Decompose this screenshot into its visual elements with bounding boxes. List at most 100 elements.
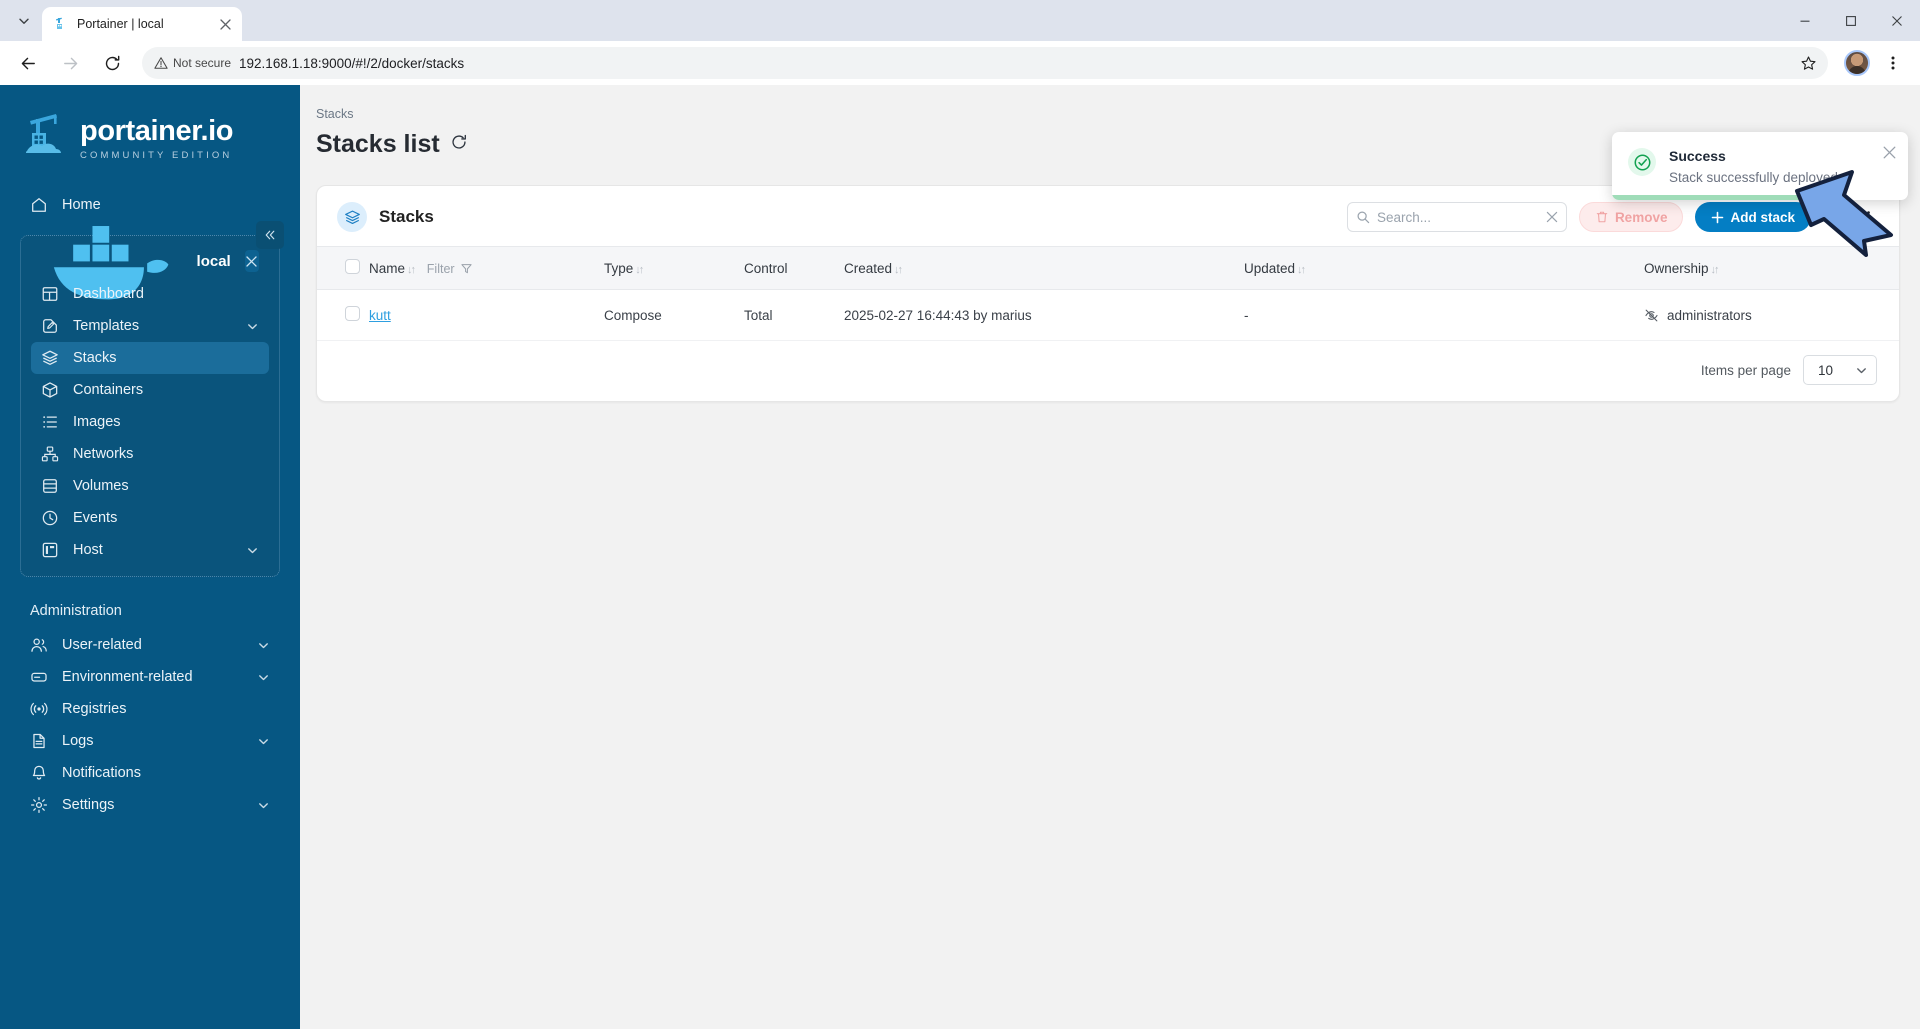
row-select-cell bbox=[317, 289, 369, 341]
portainer-crane-logo bbox=[26, 114, 61, 153]
sidebar-item-volumes[interactable]: Volumes bbox=[31, 470, 269, 502]
tab-strip: Portainer | local bbox=[0, 0, 1920, 41]
chevron-down-icon bbox=[259, 738, 268, 744]
clear-x-icon[interactable] bbox=[1546, 211, 1558, 223]
name-filter-label[interactable]: Filter bbox=[427, 262, 455, 276]
security-indicator[interactable]: Not secure bbox=[154, 56, 231, 70]
sidebar-item-label: Networks bbox=[73, 446, 134, 462]
sidebar-item-events[interactable]: Events bbox=[31, 502, 269, 534]
back-arrow-icon bbox=[21, 57, 35, 69]
sidebar-item-stacks[interactable]: Stacks bbox=[31, 342, 269, 374]
sidebar-item-home[interactable]: Home bbox=[20, 189, 280, 221]
column-label: Control bbox=[744, 260, 788, 276]
column-header-type[interactable]: Type ↓↑ bbox=[604, 246, 744, 290]
portainer-favicon bbox=[56, 17, 62, 29]
ownership-label: administrators bbox=[1667, 307, 1752, 323]
row-checkbox[interactable] bbox=[345, 306, 360, 321]
browser-tab[interactable]: Portainer | local bbox=[42, 7, 242, 41]
bookmark-star-icon bbox=[1800, 55, 1816, 70]
sidebar-item-images[interactable]: Images bbox=[31, 406, 269, 438]
sidebar-collapse-button[interactable] bbox=[256, 221, 284, 249]
tab-close-button[interactable] bbox=[216, 15, 234, 33]
sidebar-item-label: Dashboard bbox=[73, 286, 144, 302]
window-minimize-button[interactable] bbox=[1782, 0, 1828, 41]
tab-search-button[interactable] bbox=[10, 7, 38, 35]
environment-selector[interactable]: local bbox=[31, 226, 269, 300]
column-label: Type bbox=[604, 260, 634, 276]
chevron-down-icon bbox=[248, 547, 257, 553]
select-all-header bbox=[317, 246, 369, 290]
column-header-control[interactable]: Control bbox=[744, 246, 844, 290]
browser-menu-button[interactable] bbox=[1878, 48, 1908, 78]
window-close-icon bbox=[1892, 15, 1902, 26]
columns-layout-icon[interactable] bbox=[1823, 206, 1845, 228]
remove-button-label: Remove bbox=[1614, 209, 1668, 225]
sidebar-item-settings[interactable]: Settings bbox=[20, 789, 280, 821]
sidebar-item-user-related[interactable]: User-related bbox=[20, 629, 280, 661]
stack-name-link[interactable]: kutt bbox=[369, 308, 391, 323]
sidebar-item-containers[interactable]: Containers bbox=[31, 374, 269, 406]
refresh-button[interactable] bbox=[450, 133, 468, 156]
double-chevron-left-icon bbox=[265, 230, 275, 240]
column-label: Ownership bbox=[1644, 260, 1709, 276]
window-maximize-button[interactable] bbox=[1828, 0, 1874, 41]
remove-button[interactable]: Remove bbox=[1578, 202, 1684, 232]
search-box[interactable] bbox=[1346, 202, 1567, 232]
add-stack-button[interactable]: Add stack bbox=[1695, 202, 1811, 232]
environment-close-button[interactable] bbox=[244, 250, 259, 272]
sidebar: portainer.io COMMUNITY EDITION Home loca… bbox=[0, 85, 300, 1029]
sidebar-item-label: Notifications bbox=[62, 765, 141, 781]
page-title: Stacks list bbox=[316, 130, 440, 158]
column-header-updated[interactable]: Updated ↓↑ bbox=[1244, 246, 1644, 290]
sidebar-item-host[interactable]: Host bbox=[31, 534, 269, 566]
sidebar-item-environment-related[interactable]: Environment-related bbox=[20, 661, 280, 693]
column-header-name[interactable]: Name ↓↑ Filter bbox=[369, 246, 604, 290]
table-row[interactable]: kutt Compose Total 2025-02-27 16:44:43 b… bbox=[317, 289, 1899, 341]
window-controls bbox=[1782, 0, 1920, 41]
forward-button[interactable] bbox=[54, 47, 86, 79]
card-more-menu-button[interactable] bbox=[1857, 206, 1879, 228]
cell-name: kutt bbox=[369, 289, 604, 341]
plus-icon bbox=[1712, 211, 1724, 223]
bookmark-button[interactable] bbox=[1794, 49, 1822, 77]
registries-radio-icon bbox=[30, 702, 48, 716]
address-bar[interactable]: Not secure 192.168.1.18:9000/#!/2/docker… bbox=[142, 47, 1828, 79]
select-all-checkbox[interactable] bbox=[345, 259, 360, 274]
administration-title: Administration bbox=[30, 603, 122, 619]
table-header: Name ↓↑ Filter Type ↓↑ Control Created ↓… bbox=[317, 246, 1899, 290]
sidebar-item-label: Home bbox=[62, 197, 101, 213]
stacks-layers-icon bbox=[337, 202, 367, 232]
sidebar-item-dashboard[interactable]: Dashboard bbox=[31, 278, 269, 310]
environment-nav-list: Dashboard Templates Stacks Containers Images… bbox=[21, 278, 279, 566]
users-icon bbox=[31, 638, 47, 652]
reload-icon bbox=[105, 55, 119, 70]
home-icon bbox=[32, 198, 46, 212]
sidebar-item-registries[interactable]: Registries bbox=[20, 693, 280, 725]
sidebar-item-label: Host bbox=[73, 542, 103, 558]
funnel-icon[interactable] bbox=[461, 263, 472, 274]
sidebar-item-networks[interactable]: Networks bbox=[31, 438, 269, 470]
url-text: 192.168.1.18:9000/#!/2/docker/stacks bbox=[239, 55, 465, 71]
sidebar-item-logs[interactable]: Logs bbox=[20, 725, 280, 757]
toast-close-button[interactable] bbox=[1883, 146, 1896, 163]
reload-button[interactable] bbox=[96, 47, 128, 79]
window-close-button[interactable] bbox=[1874, 0, 1920, 41]
back-button[interactable] bbox=[12, 47, 44, 79]
refresh-icon bbox=[452, 134, 466, 149]
sidebar-item-templates[interactable]: Templates bbox=[31, 310, 269, 342]
environment-icon bbox=[31, 672, 47, 682]
main-content: Stacks Stacks list Stacks Search... Remo… bbox=[300, 85, 1920, 1029]
networks-icon bbox=[41, 446, 59, 462]
maximize-icon bbox=[1846, 15, 1856, 26]
images-list-icon bbox=[43, 416, 57, 428]
portainer-logo[interactable]: portainer.io COMMUNITY EDITION bbox=[0, 85, 300, 189]
profile-avatar[interactable] bbox=[1844, 50, 1870, 76]
search-input[interactable] bbox=[1376, 209, 1539, 225]
sidebar-item-notifications[interactable]: Notifications bbox=[20, 757, 280, 789]
trash-icon bbox=[1596, 211, 1608, 223]
column-header-ownership[interactable]: Ownership ↓↑ bbox=[1644, 246, 1899, 290]
column-header-created[interactable]: Created ↓↑ bbox=[844, 246, 1244, 290]
kebab-menu-icon bbox=[1866, 210, 1870, 224]
breadcrumb[interactable]: Stacks bbox=[316, 107, 1900, 121]
items-per-page-select[interactable]: 10 bbox=[1802, 355, 1877, 385]
